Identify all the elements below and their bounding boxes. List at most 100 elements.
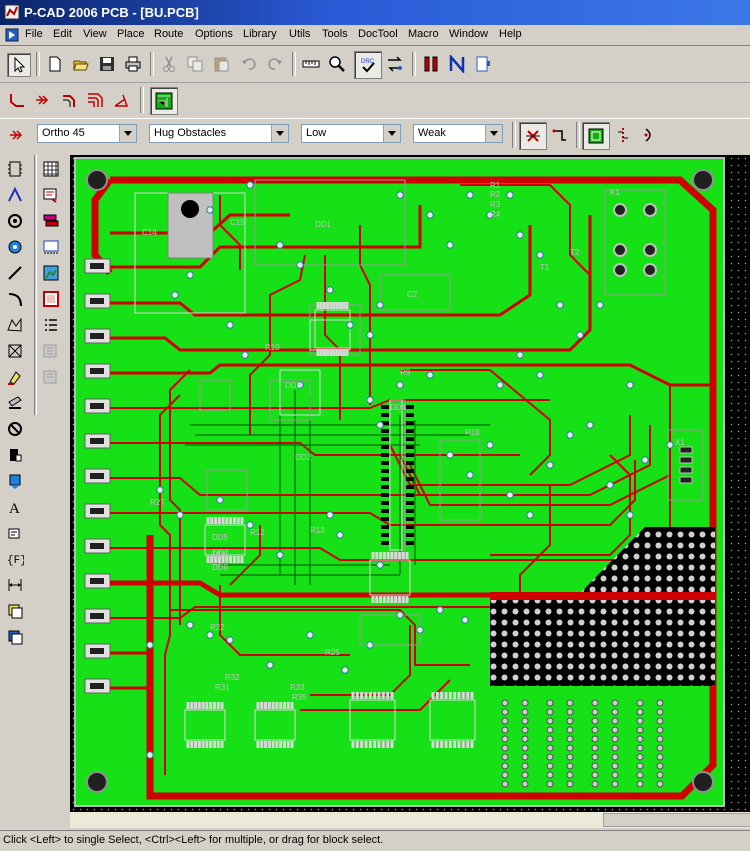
ic-pin bbox=[368, 692, 372, 699]
measure-icon[interactable] bbox=[300, 53, 322, 75]
place-cutout-icon[interactable] bbox=[4, 418, 26, 440]
route-manual-icon[interactable] bbox=[6, 89, 28, 111]
menu-macro[interactable]: Macro bbox=[408, 28, 439, 40]
paste-icon[interactable] bbox=[210, 53, 232, 75]
obstacle-mode-select[interactable]: Hug Obstacles bbox=[149, 124, 289, 143]
board-label-c2: C2 bbox=[407, 290, 418, 299]
place-bitmap-icon[interactable] bbox=[40, 288, 62, 310]
route-interactive-icon[interactable] bbox=[32, 89, 54, 111]
place-pattern-icon[interactable] bbox=[4, 626, 26, 648]
via bbox=[446, 451, 454, 459]
menu-window[interactable]: Window bbox=[449, 28, 488, 40]
place-component-icon[interactable] bbox=[4, 158, 26, 180]
cross-route-icon[interactable] bbox=[519, 122, 547, 150]
place-overlay-icon[interactable] bbox=[40, 262, 62, 284]
place-field-icon[interactable]: {F} bbox=[4, 548, 26, 570]
place-copper-pour-icon[interactable] bbox=[4, 340, 26, 362]
route-options-icon[interactable] bbox=[6, 124, 28, 146]
save-icon[interactable] bbox=[96, 53, 118, 75]
arc-route-icon[interactable] bbox=[638, 124, 660, 146]
optimization-level-select[interactable]: Low bbox=[301, 124, 401, 143]
copy-icon[interactable] bbox=[184, 53, 206, 75]
place-fill-icon[interactable] bbox=[4, 366, 26, 388]
place-disabled-icon[interactable] bbox=[40, 340, 62, 362]
drc-icon[interactable]: DRC bbox=[354, 51, 382, 79]
place-attribute-icon[interactable] bbox=[4, 522, 26, 544]
menu-library[interactable]: Library bbox=[243, 28, 277, 40]
connector-pin bbox=[656, 726, 664, 734]
text-icon[interactable] bbox=[472, 53, 494, 75]
new-icon[interactable] bbox=[44, 53, 66, 75]
compare-icon[interactable] bbox=[384, 53, 406, 75]
scrollbar-thumb[interactable] bbox=[603, 813, 750, 827]
via-route-icon[interactable] bbox=[612, 124, 634, 146]
place-arc-icon[interactable] bbox=[4, 288, 26, 310]
place-line-icon[interactable] bbox=[4, 262, 26, 284]
route-fanout-icon[interactable] bbox=[110, 89, 132, 111]
place-grid-icon[interactable] bbox=[40, 158, 62, 180]
menu-options[interactable]: Options bbox=[195, 28, 233, 40]
ic-pin bbox=[406, 437, 414, 441]
chevron-down-icon[interactable] bbox=[383, 125, 400, 142]
connector-pin bbox=[591, 762, 599, 770]
zoom-icon[interactable] bbox=[326, 53, 348, 75]
menu-help[interactable]: Help bbox=[499, 28, 522, 40]
pcb-view-icon[interactable] bbox=[150, 87, 178, 115]
ic-pin bbox=[256, 741, 260, 748]
menu-file[interactable]: File bbox=[25, 28, 43, 40]
route-mode-select[interactable]: Ortho 45 bbox=[37, 124, 137, 143]
connector-pin bbox=[566, 744, 574, 752]
cut-icon[interactable] bbox=[158, 53, 180, 75]
place-dimension-icon[interactable] bbox=[4, 574, 26, 596]
print-icon[interactable] bbox=[122, 53, 144, 75]
placement-toolbar: A {F} bbox=[0, 155, 70, 830]
place-pad-icon[interactable] bbox=[4, 210, 26, 232]
redo-icon[interactable] bbox=[264, 53, 286, 75]
place-connection-icon[interactable] bbox=[4, 184, 26, 206]
open-icon[interactable] bbox=[70, 53, 92, 75]
place-layer-icon[interactable] bbox=[40, 210, 62, 232]
menu-place[interactable]: Place bbox=[117, 28, 145, 40]
place-list-icon[interactable] bbox=[40, 314, 62, 336]
route-bus-icon[interactable] bbox=[58, 89, 80, 111]
menu-tools[interactable]: Tools bbox=[322, 28, 348, 40]
place-room-icon[interactable] bbox=[4, 600, 26, 622]
ic-pin bbox=[220, 741, 224, 748]
pcb-canvas[interactable]: C14 C15 DD1 C2 DD2 DD3 DD4 DD5 DD6 DD7 DD8 R1 R2 R3 R4… bbox=[70, 155, 750, 812]
grid-route-icon[interactable] bbox=[582, 122, 610, 150]
ic-pin bbox=[190, 741, 194, 748]
connector-pin bbox=[566, 708, 574, 716]
place-via-icon[interactable] bbox=[4, 236, 26, 258]
blue-n-icon[interactable] bbox=[446, 53, 468, 75]
place-plane-icon[interactable] bbox=[4, 444, 26, 466]
select-arrow-icon[interactable] bbox=[7, 53, 31, 77]
red-bars-icon[interactable] bbox=[420, 53, 442, 75]
menu-view[interactable]: View bbox=[83, 28, 107, 40]
place-text-icon[interactable]: A bbox=[4, 496, 26, 518]
place-route-icon[interactable] bbox=[40, 184, 62, 206]
place-polygon-icon[interactable] bbox=[4, 314, 26, 336]
strength-select[interactable]: Weak bbox=[413, 124, 503, 143]
place-table-icon[interactable] bbox=[40, 236, 62, 258]
place-point-icon[interactable] bbox=[4, 470, 26, 492]
place-keepout-icon[interactable] bbox=[4, 392, 26, 414]
menu-edit[interactable]: Edit bbox=[53, 28, 72, 40]
pcb-board[interactable]: C14C15 DD1C2DD2DD3DD4DD5DD6DD7DD8R1R2R3R4… bbox=[70, 155, 750, 812]
chevron-down-icon[interactable] bbox=[119, 125, 136, 142]
chevron-down-icon[interactable] bbox=[271, 125, 288, 142]
menu-doctool[interactable]: DocTool bbox=[358, 28, 398, 40]
menu-utils[interactable]: Utils bbox=[289, 28, 310, 40]
via bbox=[171, 291, 179, 299]
route-multi-icon[interactable] bbox=[84, 89, 106, 111]
horizontal-scrollbar[interactable] bbox=[70, 812, 750, 828]
menu-route[interactable]: Route bbox=[154, 28, 183, 40]
ic-pin bbox=[275, 702, 279, 709]
chevron-down-icon[interactable] bbox=[485, 125, 502, 142]
corner-route-icon[interactable] bbox=[549, 124, 571, 146]
system-menu-icon[interactable] bbox=[4, 27, 20, 43]
via bbox=[566, 431, 574, 439]
connector-pin bbox=[636, 753, 644, 761]
ic-pin bbox=[355, 692, 359, 699]
undo-icon[interactable] bbox=[238, 53, 260, 75]
place-disabled-icon-2[interactable] bbox=[40, 366, 62, 388]
